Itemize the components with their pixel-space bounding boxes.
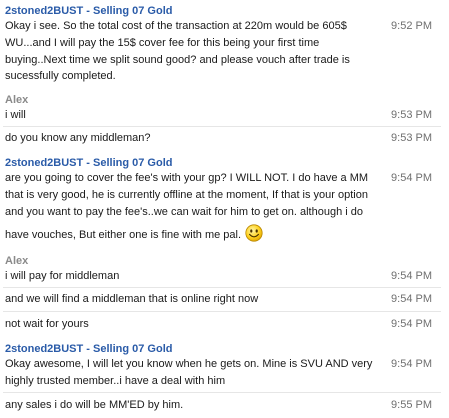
message-divider <box>3 311 441 312</box>
message-divider <box>3 392 441 393</box>
timestamp: 9:54 PM <box>391 358 432 370</box>
sender-name: 2stoned2BUST - Selling 07 Gold <box>5 5 173 17</box>
message-line: sucessfully completed. <box>5 70 116 82</box>
sender-name: 2stoned2BUST - Selling 07 Gold <box>5 157 173 169</box>
message-line: and we will find a middleman that is onl… <box>5 293 259 305</box>
message-line: that is very good, he is currently offli… <box>5 189 368 201</box>
message-line: and you want to pay the fee's..we can wa… <box>5 206 363 218</box>
timestamp: 9:54 PM <box>391 172 432 184</box>
smiley-icon <box>245 224 263 242</box>
message-line: buying..Next time we split sound good? a… <box>5 54 350 66</box>
sender-name: Alex <box>5 94 29 106</box>
message-line: WU...and I will pay the 15$ cover fee fo… <box>5 37 320 49</box>
message-line: i will pay for middleman <box>5 270 120 282</box>
message-line: are you going to cover the fee's with yo… <box>5 172 369 184</box>
timestamp: 9:53 PM <box>391 109 432 121</box>
chat-log: 2stoned2BUST - Selling 07 Gold Okay i se… <box>0 0 449 418</box>
message-line: Okay awesome, I will let you know when h… <box>5 358 373 370</box>
timestamp: 9:53 PM <box>391 132 432 144</box>
message-line: do you know any middleman? <box>5 132 151 144</box>
timestamp: 9:54 PM <box>391 318 432 330</box>
timestamp: 9:54 PM <box>391 270 432 282</box>
timestamp: 9:52 PM <box>391 20 432 32</box>
sender-name: 2stoned2BUST - Selling 07 Gold <box>5 343 173 355</box>
sender-name: Alex <box>5 255 29 267</box>
message-line: Okay i see. So the total cost of the tra… <box>5 20 347 32</box>
timestamp: 9:54 PM <box>391 293 432 305</box>
message-line: highly trusted member..i have a deal wit… <box>5 375 226 387</box>
message-divider <box>3 126 441 127</box>
timestamp: 9:55 PM <box>391 399 432 411</box>
message-line: any sales i do will be MM'ED by him. <box>5 399 184 411</box>
message-line: have vouches, But either one is fine wit… <box>5 229 242 241</box>
message-line: i will <box>5 109 26 121</box>
message-line: not wait for yours <box>5 318 89 330</box>
message-divider <box>3 287 441 288</box>
